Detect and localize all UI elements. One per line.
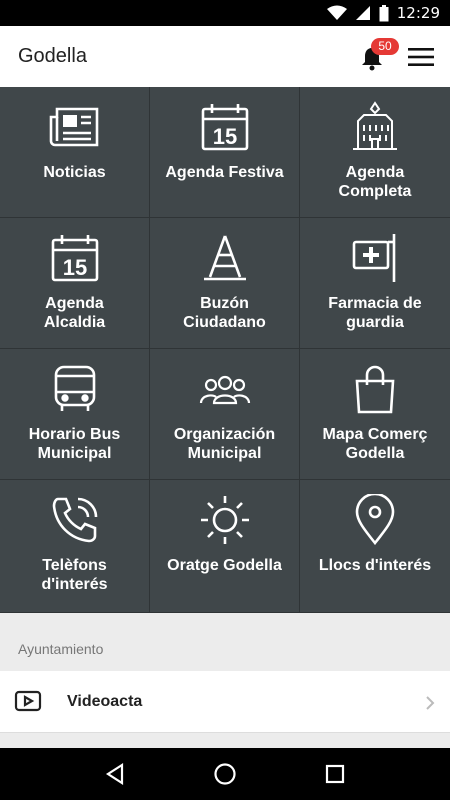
tile-agenda-completa[interactable]: Agenda Completa	[300, 87, 450, 218]
recents-square-icon	[325, 764, 345, 784]
tile-mapa-comerc[interactable]: Mapa Comerç Godella	[300, 349, 450, 480]
wifi-icon	[326, 5, 347, 20]
shopping-bag-icon	[355, 365, 395, 414]
tile-organizacion-municipal[interactable]: Organización Municipal	[150, 349, 300, 480]
section-header-ayuntamiento: Ayuntamiento	[0, 613, 450, 671]
status-time: 12:29	[396, 4, 440, 22]
tile-label: Noticias	[43, 164, 106, 181]
sun-icon	[200, 496, 249, 544]
pharmacy-sign-icon	[352, 234, 396, 282]
tile-label: Organización Municipal	[173, 426, 276, 462]
traffic-cone-icon	[203, 235, 246, 281]
tile-label: Agenda Alcaldia	[43, 295, 106, 331]
tile-agenda-alcaldia[interactable]: 15 Agenda Alcaldia	[0, 218, 150, 349]
tile-telefons[interactable]: Telèfons d'interés	[0, 480, 150, 613]
app-title: Godella	[18, 45, 87, 67]
tile-label: Farmacia de guardia	[328, 295, 422, 331]
tile-label: Mapa Comerç Godella	[322, 426, 428, 462]
tile-label: Agenda Completa	[338, 164, 412, 200]
calendar-icon: 15	[51, 235, 98, 282]
tile-label: Oratge Godella	[167, 557, 282, 574]
tile-noticias[interactable]: Noticias	[0, 87, 150, 218]
shortcut-grid: Noticias 15 Agenda Festiva Agenda Comple…	[0, 87, 450, 613]
list-item-label: Videoacta	[67, 693, 143, 710]
back-button[interactable]	[95, 754, 135, 794]
recents-button[interactable]	[315, 754, 355, 794]
tile-label: Buzón Ciudadano	[183, 295, 266, 331]
group-people-icon	[199, 375, 250, 405]
tile-farmacia[interactable]: Farmacia de guardia	[300, 218, 450, 349]
tile-label: Llocs d'interés	[318, 557, 432, 574]
calendar-icon: 15	[201, 104, 248, 151]
tile-label: Agenda Festiva	[165, 164, 284, 181]
hamburger-menu-icon[interactable]	[408, 47, 434, 67]
svg-text:15: 15	[212, 124, 236, 149]
svg-text:15: 15	[62, 255, 86, 280]
tile-label: Telèfons d'interés	[41, 557, 108, 593]
tile-label: Horario Bus Municipal	[28, 426, 121, 462]
status-bar: 12:29	[0, 0, 450, 26]
notification-count-badge: 50	[371, 38, 399, 55]
phone-icon	[52, 497, 97, 543]
tile-llocs-interes[interactable]: Llocs d'interés	[300, 480, 450, 613]
bus-icon	[54, 365, 95, 411]
back-triangle-icon	[105, 763, 124, 785]
chevron-right-icon	[426, 696, 435, 710]
tile-buzon-ciudadano[interactable]: Buzón Ciudadano	[150, 218, 300, 349]
cellular-signal-icon	[355, 6, 370, 20]
map-pin-icon	[355, 494, 395, 546]
app-bar: Godella 50	[0, 26, 450, 87]
town-hall-building-icon	[353, 101, 397, 150]
home-circle-icon	[214, 763, 236, 785]
newspaper-icon	[49, 107, 98, 147]
tile-horario-bus[interactable]: Horario Bus Municipal	[0, 349, 150, 480]
list-item-videoacta[interactable]: Videoacta	[0, 671, 450, 733]
home-button[interactable]	[205, 754, 245, 794]
battery-icon	[379, 4, 389, 21]
tile-oratge[interactable]: Oratge Godella	[150, 480, 300, 613]
system-navigation-bar	[0, 748, 450, 800]
video-play-icon	[14, 690, 42, 712]
tile-agenda-festiva[interactable]: 15 Agenda Festiva	[150, 87, 300, 218]
